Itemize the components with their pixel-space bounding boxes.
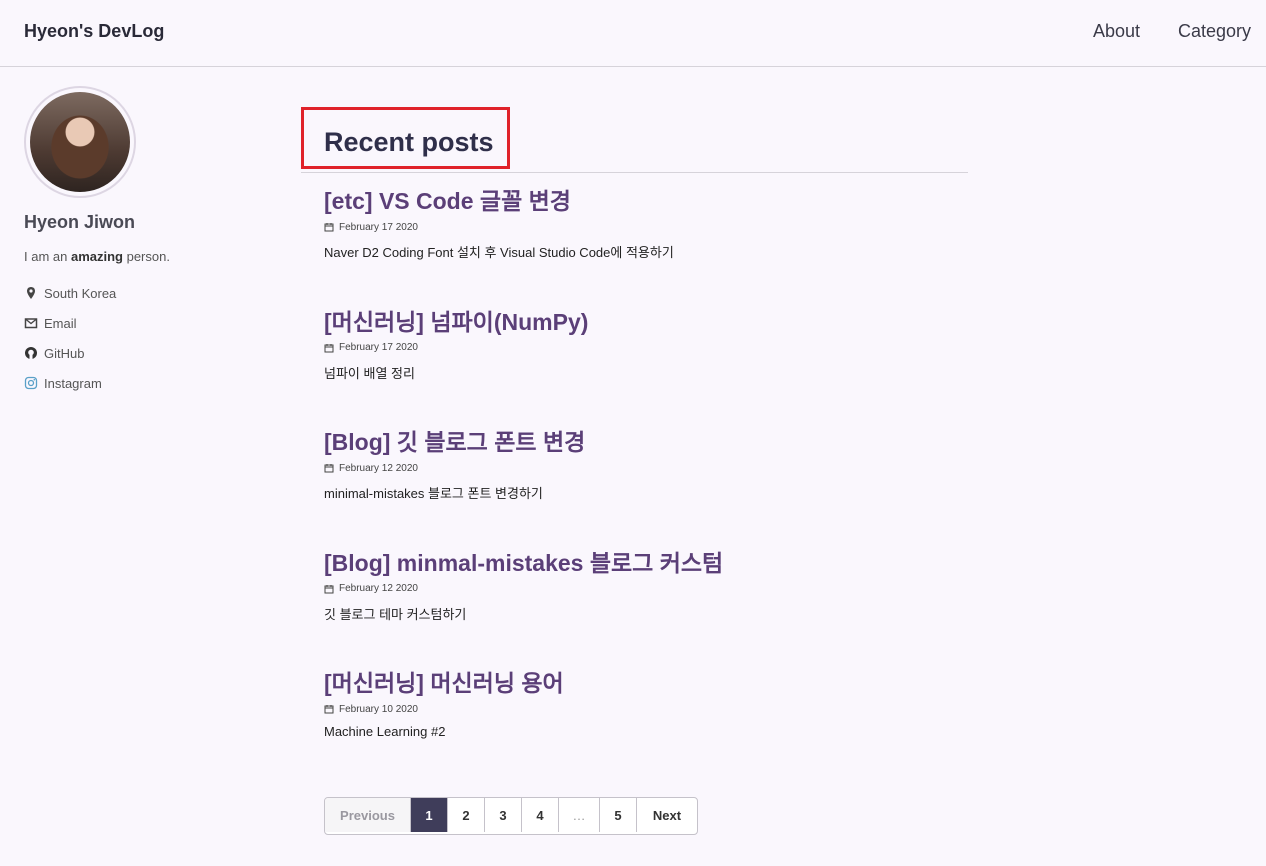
page-5-button[interactable]: 5 bbox=[600, 798, 637, 832]
post-item: [머신러닝] 넘파이(NumPy) February 17 2020 넘파이 배… bbox=[324, 308, 964, 429]
post-list: [etc] VS Code 글꼴 변경 February 17 2020 Nav… bbox=[324, 187, 964, 790]
page-3-button[interactable]: 3 bbox=[485, 798, 522, 832]
post-item: [Blog] minmal-mistakes 블로그 커스텀 February … bbox=[324, 549, 964, 670]
nav-category[interactable]: Category bbox=[1178, 21, 1251, 42]
post-item: [etc] VS Code 글꼴 변경 February 17 2020 Nav… bbox=[324, 187, 964, 308]
nav-about[interactable]: About bbox=[1093, 21, 1140, 42]
post-excerpt: Naver D2 Coding Font 설치 후 Visual Studio … bbox=[324, 245, 674, 260]
instagram-icon bbox=[24, 376, 38, 390]
github-link[interactable]: GitHub bbox=[24, 338, 264, 368]
location-item: South Korea bbox=[24, 278, 264, 308]
instagram-label[interactable]: Instagram bbox=[44, 376, 102, 391]
post-title-link[interactable]: [머신러닝] 머신러닝 용어 bbox=[324, 669, 964, 697]
pagination: Previous 1 2 3 4 … 5 Next bbox=[324, 797, 698, 835]
post-excerpt: Machine Learning #2 bbox=[324, 724, 446, 739]
avatar bbox=[24, 86, 136, 198]
post-title-link[interactable]: [etc] VS Code 글꼴 변경 bbox=[324, 187, 964, 215]
post-date: February 17 2020 bbox=[339, 221, 418, 233]
post-item: [Blog] 깃 블로그 폰트 변경 February 12 2020 mini… bbox=[324, 428, 964, 549]
avatar-photo bbox=[30, 92, 130, 192]
post-meta: February 17 2020 bbox=[324, 221, 964, 233]
email-label[interactable]: Email bbox=[44, 316, 77, 331]
post-meta: February 12 2020 bbox=[324, 462, 964, 474]
post-date: February 12 2020 bbox=[339, 583, 418, 594]
author-bio: I am an amazing person. bbox=[24, 249, 264, 264]
page-title: Recent posts bbox=[324, 127, 494, 157]
post-title-link[interactable]: [Blog] 깃 블로그 폰트 변경 bbox=[324, 428, 964, 456]
post-title-link[interactable]: [Blog] minmal-mistakes 블로그 커스텀 bbox=[324, 549, 964, 577]
post-excerpt: 넘파이 배열 정리 bbox=[324, 365, 415, 381]
page-2-button[interactable]: 2 bbox=[448, 798, 485, 832]
post-excerpt: minimal-mistakes 블로그 폰트 변경하기 bbox=[324, 486, 543, 501]
post-title-link[interactable]: [머신러닝] 넘파이(NumPy) bbox=[324, 308, 964, 336]
title-divider bbox=[301, 172, 968, 173]
post-meta: February 10 2020 bbox=[324, 703, 964, 715]
post-meta: February 17 2020 bbox=[324, 342, 964, 354]
post-meta: February 12 2020 bbox=[324, 583, 964, 595]
calendar-icon bbox=[324, 705, 334, 714]
instagram-link[interactable]: Instagram bbox=[24, 368, 264, 398]
calendar-icon bbox=[324, 464, 334, 473]
post-date: February 10 2020 bbox=[339, 703, 418, 715]
bio-suffix: person. bbox=[122, 249, 170, 264]
previous-page-button[interactable]: Previous bbox=[325, 798, 411, 832]
author-links: South Korea Email GitHub Instagram bbox=[24, 278, 264, 398]
page-1-button[interactable]: 1 bbox=[411, 798, 448, 832]
email-link[interactable]: Email bbox=[24, 308, 264, 338]
page-4-button[interactable]: 4 bbox=[522, 798, 559, 832]
author-name: Hyeon Jiwon bbox=[24, 212, 136, 232]
calendar-icon bbox=[324, 343, 334, 352]
envelope-icon bbox=[24, 318, 38, 329]
location-label: South Korea bbox=[44, 285, 117, 301]
bio-prefix: I am an bbox=[24, 249, 71, 264]
post-date: February 12 2020 bbox=[339, 462, 418, 474]
pagination-ellipsis: … bbox=[559, 798, 600, 832]
calendar-icon bbox=[324, 584, 334, 593]
bio-bold: amazing bbox=[70, 249, 123, 264]
post-excerpt: 깃 블로그 테마 커스텀하기 bbox=[324, 606, 467, 622]
calendar-icon bbox=[324, 223, 334, 232]
masthead: Hyeon's DevLog About Category bbox=[0, 0, 1266, 67]
github-label[interactable]: GitHub bbox=[44, 346, 84, 361]
next-page-button[interactable]: Next bbox=[637, 798, 697, 832]
author-sidebar: Hyeon Jiwon I am an amazing person. Sout… bbox=[24, 86, 264, 414]
post-item: [머신러닝] 머신러닝 용어 February 10 2020 Machine … bbox=[324, 669, 964, 790]
site-title[interactable]: Hyeon's DevLog bbox=[24, 21, 164, 42]
map-marker-icon bbox=[27, 287, 35, 299]
post-date: February 17 2020 bbox=[339, 342, 418, 353]
github-icon bbox=[25, 347, 37, 359]
